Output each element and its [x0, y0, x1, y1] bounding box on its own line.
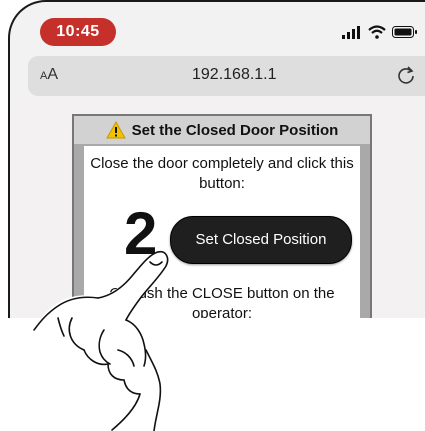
text-size-button[interactable]: AA [40, 66, 58, 84]
reload-icon[interactable] [396, 65, 416, 85]
address-bar[interactable]: AA 192.168.1.1 [28, 56, 425, 96]
warning-icon [105, 121, 126, 139]
url-text[interactable]: 192.168.1.1 [192, 66, 277, 84]
status-bar: 10:45 [10, 2, 425, 50]
door-position-panel: Set the Closed Door Position Close the d… [72, 114, 372, 332]
status-icons [342, 24, 418, 40]
battery-icon [392, 26, 417, 38]
cellular-signal-icon [342, 26, 360, 39]
panel-title-bar: Set the Closed Door Position [74, 116, 370, 144]
panel-title: Set the Closed Door Position [131, 121, 339, 139]
wifi-icon [368, 25, 386, 39]
close-door-instruction: Close the door completely and click this… [90, 155, 354, 192]
text-size-large-a: A [47, 66, 59, 83]
set-closed-position-button[interactable]: Set Closed Position [170, 216, 352, 264]
step-number: 2 [124, 200, 158, 267]
phone-frame: 10:45 AA 192.168.1.1 Set the Closed Door… [8, 0, 425, 332]
page-below-phone [0, 318, 425, 431]
scene: 10:45 AA 192.168.1.1 Set the Closed Door… [0, 0, 425, 431]
web-page: Set the Closed Door Position Close the d… [10, 102, 425, 332]
status-time: 10:45 [40, 18, 116, 46]
panel-body: Close the door completely and click this… [84, 146, 360, 332]
